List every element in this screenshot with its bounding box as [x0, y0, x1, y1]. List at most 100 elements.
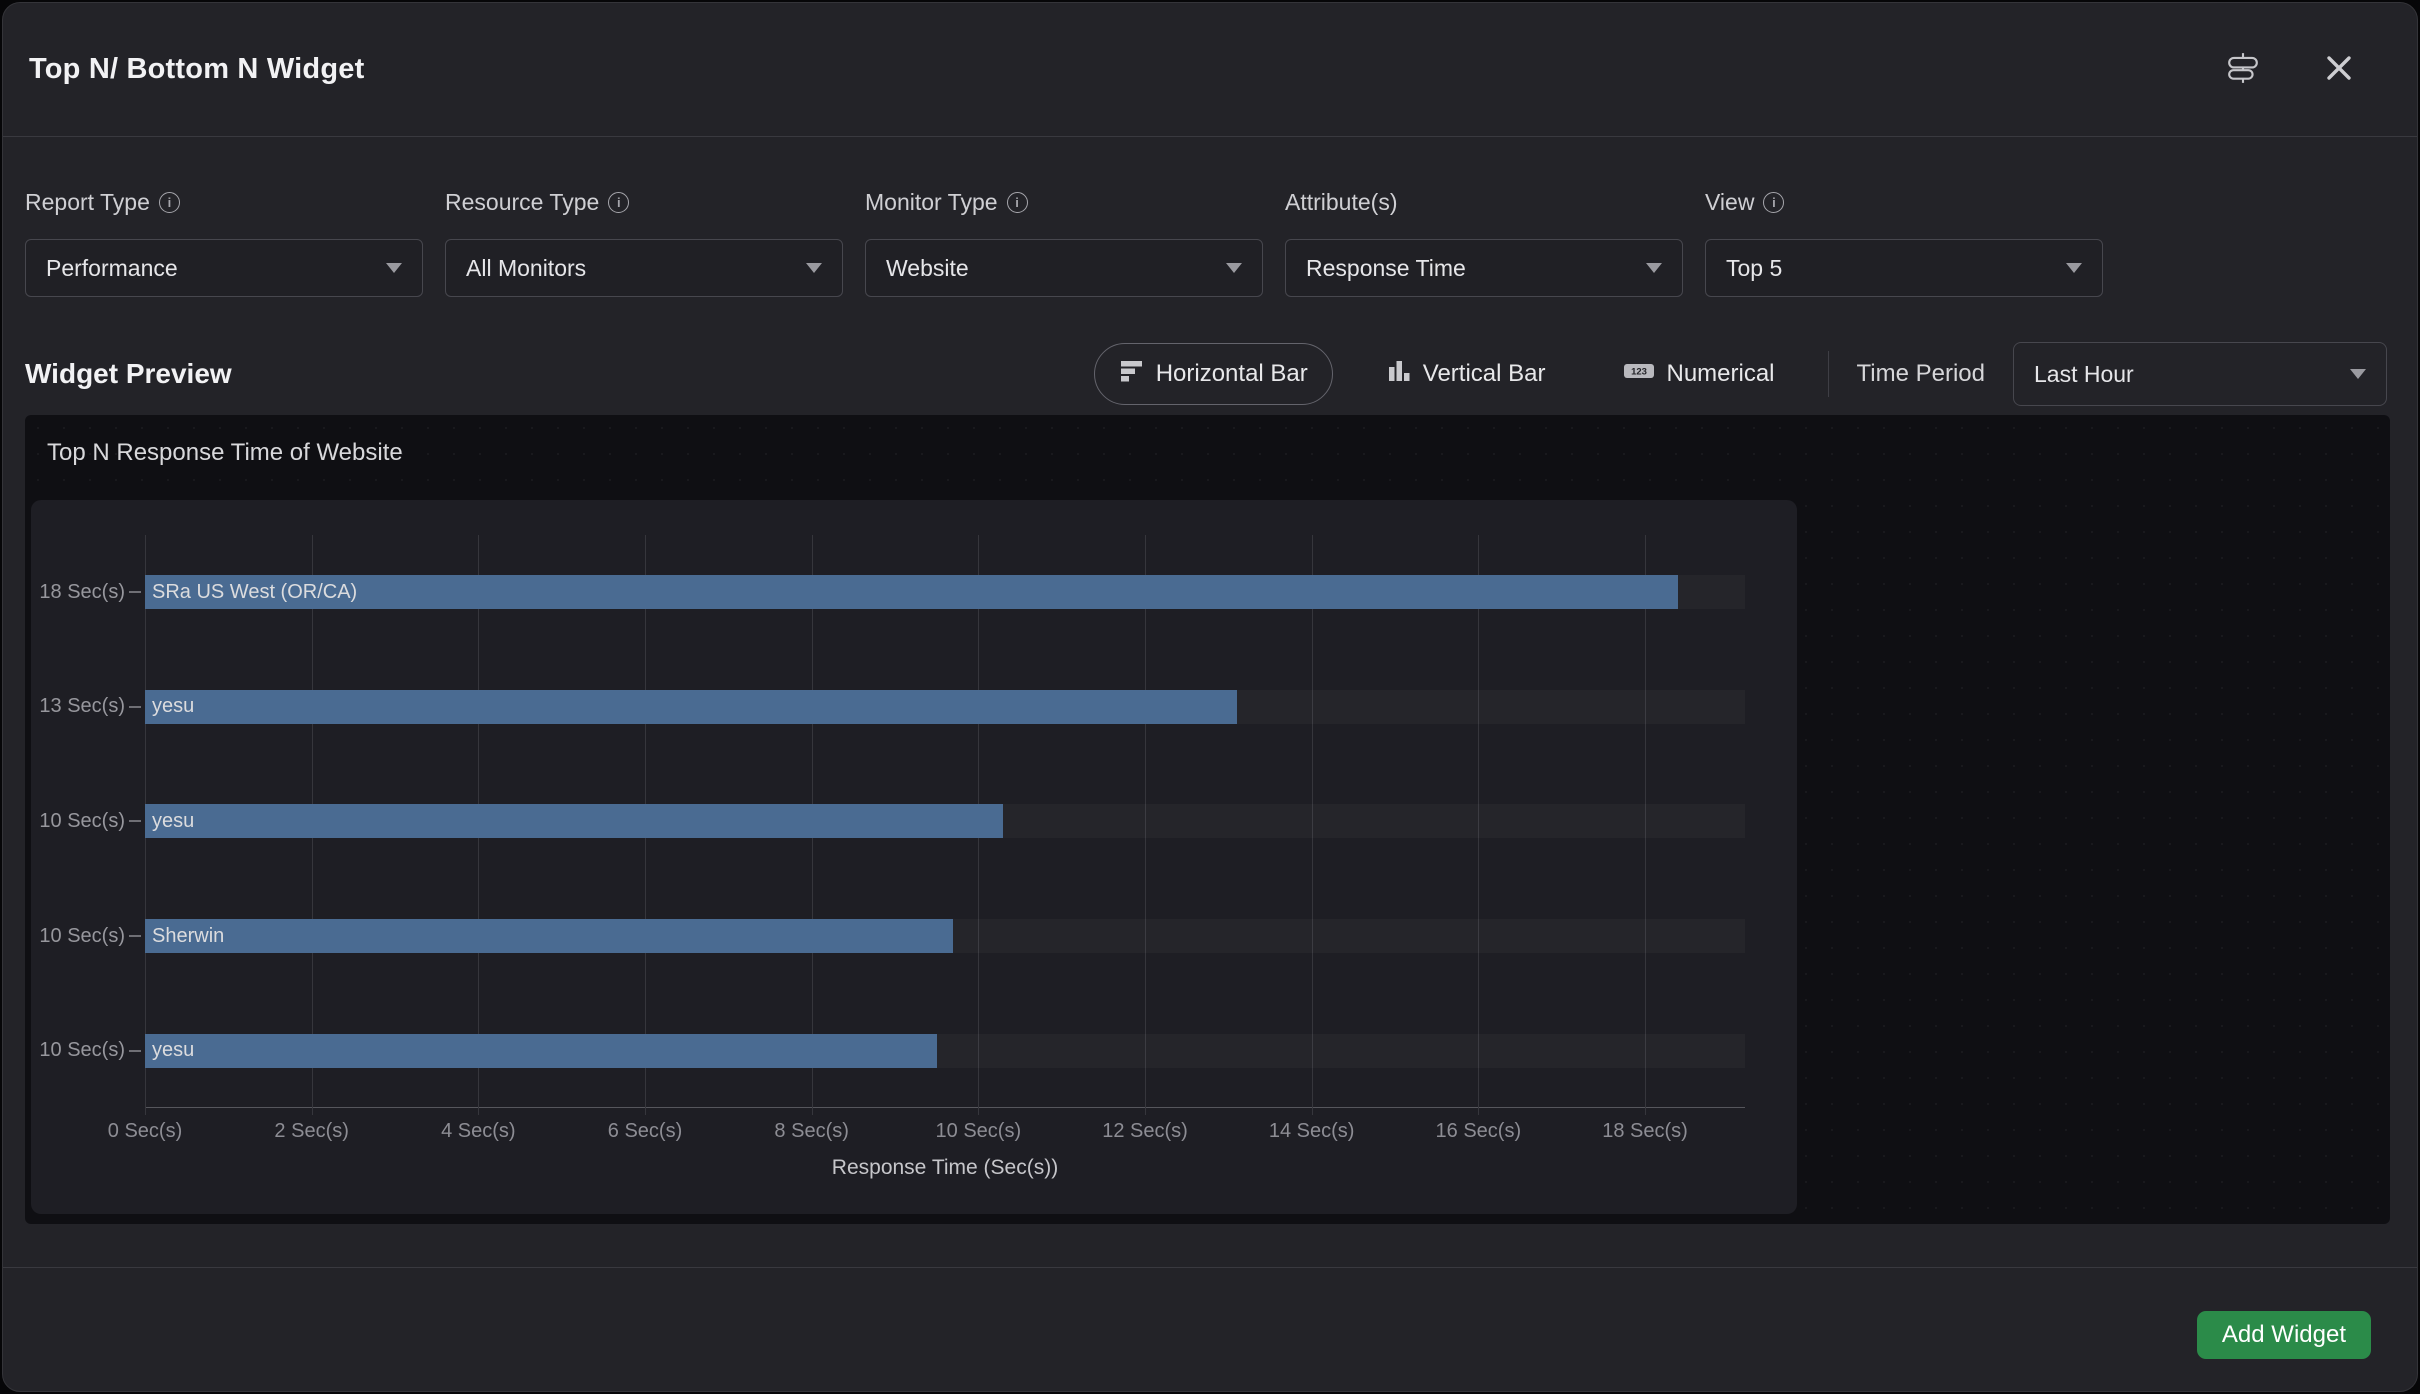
add-widget-button[interactable]: Add Widget [2197, 1311, 2371, 1359]
filter-label: Resource Type [445, 189, 599, 216]
bar-track: yesu [145, 1034, 1745, 1068]
numerical-123-icon: 123 [1623, 360, 1655, 389]
time-period-label: Time Period [1857, 360, 1985, 388]
y-axis-value-label: 10 Sec(s) [31, 1039, 125, 1062]
vertical-divider [1828, 351, 1829, 397]
bar[interactable]: yesu [145, 1034, 937, 1068]
bar-row: 13 Sec(s) yesu [31, 650, 1797, 765]
bar-category-label: yesu [145, 1039, 194, 1062]
view-select[interactable]: Top 5 [1705, 239, 2103, 297]
vertical-bar-icon [1386, 358, 1412, 391]
y-axis-tick [129, 706, 141, 708]
bar-row: 10 Sec(s) yesu [31, 764, 1797, 879]
chart-type-label: Numerical [1666, 360, 1774, 388]
header-actions [2223, 50, 2359, 90]
selected-value: Last Hour [2034, 361, 2134, 388]
preview-heading: Widget Preview [25, 358, 232, 390]
filter-attributes: Attribute(s) Response Time [1285, 187, 1683, 297]
top-n-bottom-n-dialog: Top N/ Bottom N Widget [2, 2, 2418, 1392]
close-icon [2324, 53, 2354, 86]
monitor-type-select[interactable]: Website [865, 239, 1263, 297]
attributes-select[interactable]: Response Time [1285, 239, 1683, 297]
x-tick-label: 12 Sec(s) [1102, 1120, 1188, 1143]
page-background: Top N/ Bottom N Widget [0, 0, 2420, 1394]
bar[interactable]: yesu [145, 804, 1003, 838]
filter-label: View [1705, 189, 1754, 216]
bar-track: yesu [145, 804, 1745, 838]
y-axis-value-label: 10 Sec(s) [31, 810, 125, 833]
info-icon[interactable]: i [159, 192, 180, 213]
close-button[interactable] [2319, 50, 2359, 90]
y-axis-tick [129, 820, 141, 822]
y-axis-value-label: 13 Sec(s) [31, 695, 125, 718]
report-type-select[interactable]: Performance [25, 239, 423, 297]
bar[interactable]: yesu [145, 690, 1237, 724]
bar[interactable]: SRa US West (OR/CA) [145, 575, 1678, 609]
svg-text:123: 123 [1632, 366, 1648, 377]
horizontal-bar-icon [1119, 358, 1145, 391]
resource-type-select[interactable]: All Monitors [445, 239, 843, 297]
chevron-down-icon [2350, 369, 2366, 379]
chevron-down-icon [1226, 263, 1242, 273]
info-icon[interactable]: i [1763, 192, 1784, 213]
dialog-title: Top N/ Bottom N Widget [29, 53, 364, 86]
chart-type-numerical[interactable]: 123 Numerical [1598, 343, 1799, 405]
bar-category-label: yesu [145, 810, 194, 833]
bar-row: 18 Sec(s) SRa US West (OR/CA) [31, 535, 1797, 650]
x-tick-label: 18 Sec(s) [1602, 1120, 1688, 1143]
selected-value: Response Time [1306, 255, 1466, 282]
x-tick-label: 4 Sec(s) [441, 1120, 515, 1143]
bar[interactable]: Sherwin [145, 919, 953, 953]
bar-track: yesu [145, 690, 1745, 724]
chevron-down-icon [386, 263, 402, 273]
bar-track: Sherwin [145, 919, 1745, 953]
info-icon[interactable]: i [1007, 192, 1028, 213]
selected-value: Top 5 [1726, 255, 1782, 282]
bar-row: 10 Sec(s)Sherwin [31, 879, 1797, 994]
x-tick-label: 10 Sec(s) [936, 1120, 1022, 1143]
filter-monitor-type: Monitor Type i Website [865, 187, 1263, 297]
bar-category-label: yesu [145, 695, 194, 718]
chart-type-label: Vertical Bar [1423, 360, 1546, 388]
chart-card: 18 Sec(s) SRa US West (OR/CA) 13 Sec(s) yes… [31, 500, 1797, 1214]
pin-to-dashboard-button[interactable] [2223, 50, 2263, 90]
filter-label: Attribute(s) [1285, 189, 1397, 216]
chart-title: Top N Response Time of Website [47, 439, 403, 467]
bar-track: SRa US West (OR/CA) [145, 575, 1745, 609]
selected-value: All Monitors [466, 255, 586, 282]
chart-plot-area: 18 Sec(s) SRa US West (OR/CA) 13 Sec(s) yes… [31, 535, 1797, 1108]
chevron-down-icon [806, 263, 822, 273]
dialog-header: Top N/ Bottom N Widget [3, 3, 2417, 137]
chart-type-vertical-bar[interactable]: Vertical Bar [1361, 343, 1571, 405]
footer-divider [3, 1267, 2417, 1268]
widget-preview-panel: Top N Response Time of Website 18 Sec(s)… [25, 415, 2390, 1224]
x-tick-label: 0 Sec(s) [108, 1120, 182, 1143]
preview-header-row: Widget Preview Horizontal Bar [25, 339, 2387, 409]
x-tick-label: 6 Sec(s) [608, 1120, 682, 1143]
x-tick-label: 8 Sec(s) [774, 1120, 848, 1143]
x-tick-label: 14 Sec(s) [1269, 1120, 1355, 1143]
chart-rows: 18 Sec(s) SRa US West (OR/CA) 13 Sec(s) yes… [31, 535, 1797, 1108]
chevron-down-icon [2066, 263, 2082, 273]
filter-resource-type: Resource Type i All Monitors [445, 187, 843, 297]
filter-view: View i Top 5 [1705, 187, 2103, 297]
y-axis-tick [129, 935, 141, 937]
y-axis-value-label: 18 Sec(s) [31, 581, 125, 604]
filter-label: Report Type [25, 189, 150, 216]
chart-type-horizontal-bar[interactable]: Horizontal Bar [1094, 343, 1333, 405]
time-period-select[interactable]: Last Hour [2013, 342, 2387, 406]
selected-value: Performance [46, 255, 178, 282]
info-icon[interactable]: i [608, 192, 629, 213]
filter-label: Monitor Type [865, 189, 998, 216]
preview-controls: Horizontal Bar Vertical Bar [1094, 342, 2387, 406]
y-axis-tick [129, 1050, 141, 1052]
align-panels-icon [2226, 51, 2260, 88]
bar-category-label: SRa US West (OR/CA) [145, 581, 357, 604]
x-tick-label: 16 Sec(s) [1436, 1120, 1522, 1143]
selected-value: Website [886, 255, 969, 282]
bar-category-label: Sherwin [145, 925, 224, 948]
x-axis-title: Response Time (Sec(s)) [145, 1156, 1745, 1180]
chart-type-label: Horizontal Bar [1156, 360, 1308, 388]
filter-report-type: Report Type i Performance [25, 187, 423, 297]
y-axis-tick [129, 591, 141, 593]
